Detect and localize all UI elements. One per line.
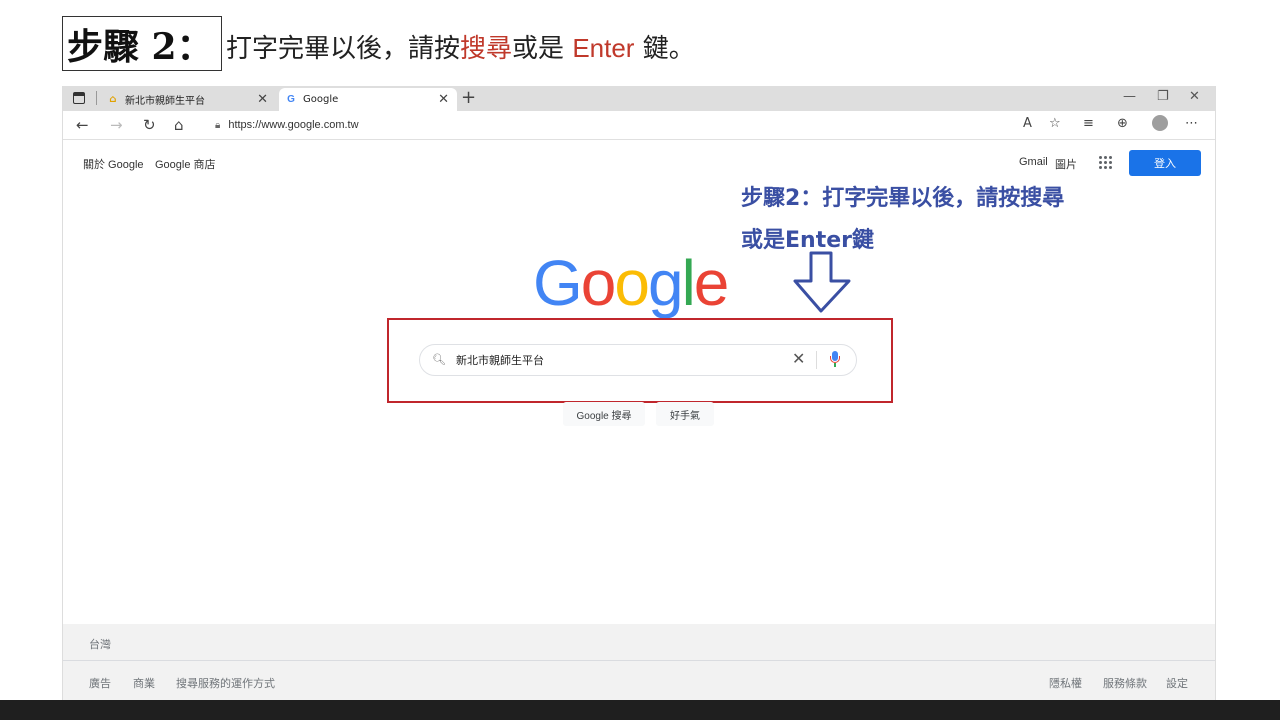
about-google-link[interactable]: 關於 Google [83, 156, 144, 172]
search-divider [816, 351, 817, 369]
tab-google[interactable]: G Google ✕ [279, 88, 457, 111]
more-icon[interactable]: ⋯ [1185, 116, 1198, 131]
forward-icon[interactable]: → [110, 116, 123, 134]
signin-button[interactable]: 登入 [1129, 150, 1201, 176]
google-store-link[interactable]: Google 商店 [155, 156, 216, 172]
favorites-icon[interactable]: ≡ [1083, 116, 1094, 131]
gmail-link[interactable]: Gmail [1019, 156, 1048, 168]
tab-ntpc-platform[interactable]: ⌂ 新北市親師生平台 ✕ [101, 88, 276, 111]
home-button-icon[interactable]: ⌂ [174, 116, 184, 134]
annotation-line-2: 或是Enter鍵 [741, 228, 874, 253]
address-bar[interactable]: 🔒︎ https://www.google.com.tw [207, 114, 1075, 136]
logo-letter: g [647, 247, 684, 319]
footer-how-search-works-link[interactable]: 搜尋服務的運作方式 [176, 675, 275, 691]
home-icon: ⌂ [109, 94, 117, 105]
restore-icon[interactable]: ❐ [1157, 89, 1169, 104]
step-label-box: 步驟 2： [62, 16, 222, 71]
logo-letter: o [614, 247, 650, 319]
footer-divider [63, 660, 1215, 661]
instruction-suffix: 鍵。 [642, 34, 695, 64]
collections-icon[interactable]: ⊕ [1117, 116, 1128, 131]
tab-label: 新北市親師生平台 [125, 96, 205, 107]
google-search-button[interactable]: Google 搜尋 [563, 402, 645, 426]
browser-window: ⌂ 新北市親師生平台 ✕ G Google ✕ + — ❐ ✕ ← → ↻ ⌂ … [62, 86, 1216, 706]
annotation-line-1: 步驟2：打字完畢以後，請按搜尋 [741, 186, 1065, 211]
logo-letter: o [580, 247, 617, 319]
new-tab-icon[interactable]: + [461, 87, 476, 108]
logo-letter: G [533, 247, 583, 319]
feeling-lucky-button[interactable]: 好手氣 [656, 402, 714, 426]
instruction-enter: Enter [572, 33, 635, 63]
tab-label: Google [303, 94, 339, 105]
page-footer: 台灣 廣告 商業 搜尋服務的運作方式 隱私權 服務條款 設定 [63, 624, 1215, 706]
profile-avatar[interactable] [1152, 115, 1168, 131]
images-link[interactable]: 圖片 [1055, 156, 1077, 172]
tab-separator [96, 91, 97, 105]
close-icon[interactable]: ✕ [257, 92, 268, 107]
lock-icon: 🔒︎ [215, 119, 221, 131]
back-icon[interactable]: ← [76, 116, 89, 134]
add-favorite-icon[interactable]: ☆ [1049, 116, 1061, 131]
instruction-highlight: 搜尋 [460, 34, 513, 64]
search-box[interactable]: 🔍︎ ✕ [419, 344, 857, 376]
google-logo: Google [533, 246, 730, 320]
step-instruction: 打字完畢以後，請按搜尋或是 Enter 鍵。 [226, 28, 695, 65]
close-window-icon[interactable]: ✕ [1189, 89, 1200, 104]
footer-region: 台灣 [89, 638, 111, 651]
step-label: 步驟 2： [67, 25, 213, 68]
down-arrow-icon [793, 251, 851, 313]
annotation-text: 步驟2：打字完畢以後，請按搜尋 或是Enter鍵 [741, 178, 1064, 262]
instruction-prefix: 打字完畢以後，請按 [226, 34, 461, 64]
google-icon: G [287, 94, 295, 105]
logo-letter: e [693, 247, 730, 319]
search-input[interactable] [456, 353, 776, 366]
clear-icon[interactable]: ✕ [792, 349, 805, 368]
close-icon[interactable]: ✕ [438, 92, 449, 107]
footer-privacy-link[interactable]: 隱私權 [1049, 675, 1082, 691]
refresh-icon[interactable]: ↻ [143, 116, 156, 134]
footer-terms-link[interactable]: 服務條款 [1103, 675, 1147, 691]
search-icon: 🔍︎ [432, 353, 446, 366]
tab-bar: ⌂ 新北市親師生平台 ✕ G Google ✕ + — ❐ ✕ [63, 86, 1215, 111]
minimize-icon[interactable]: — [1123, 89, 1136, 104]
tab-actions-icon[interactable] [73, 92, 85, 104]
microphone-icon[interactable] [830, 351, 840, 369]
logo-letter: l [681, 247, 696, 319]
read-aloud-icon[interactable]: A [1023, 116, 1032, 131]
address-bar-row: ← → ↻ ⌂ 🔒︎ https://www.google.com.tw A ☆… [63, 111, 1215, 140]
instruction-mid: 或是 [512, 34, 565, 64]
url-text: https://www.google.com.tw [228, 119, 359, 131]
os-taskbar [0, 700, 1280, 720]
footer-business-link[interactable]: 商業 [133, 675, 155, 691]
footer-settings-link[interactable]: 設定 [1166, 675, 1188, 691]
footer-ads-link[interactable]: 廣告 [89, 675, 111, 691]
apps-grid-icon[interactable] [1099, 156, 1112, 169]
